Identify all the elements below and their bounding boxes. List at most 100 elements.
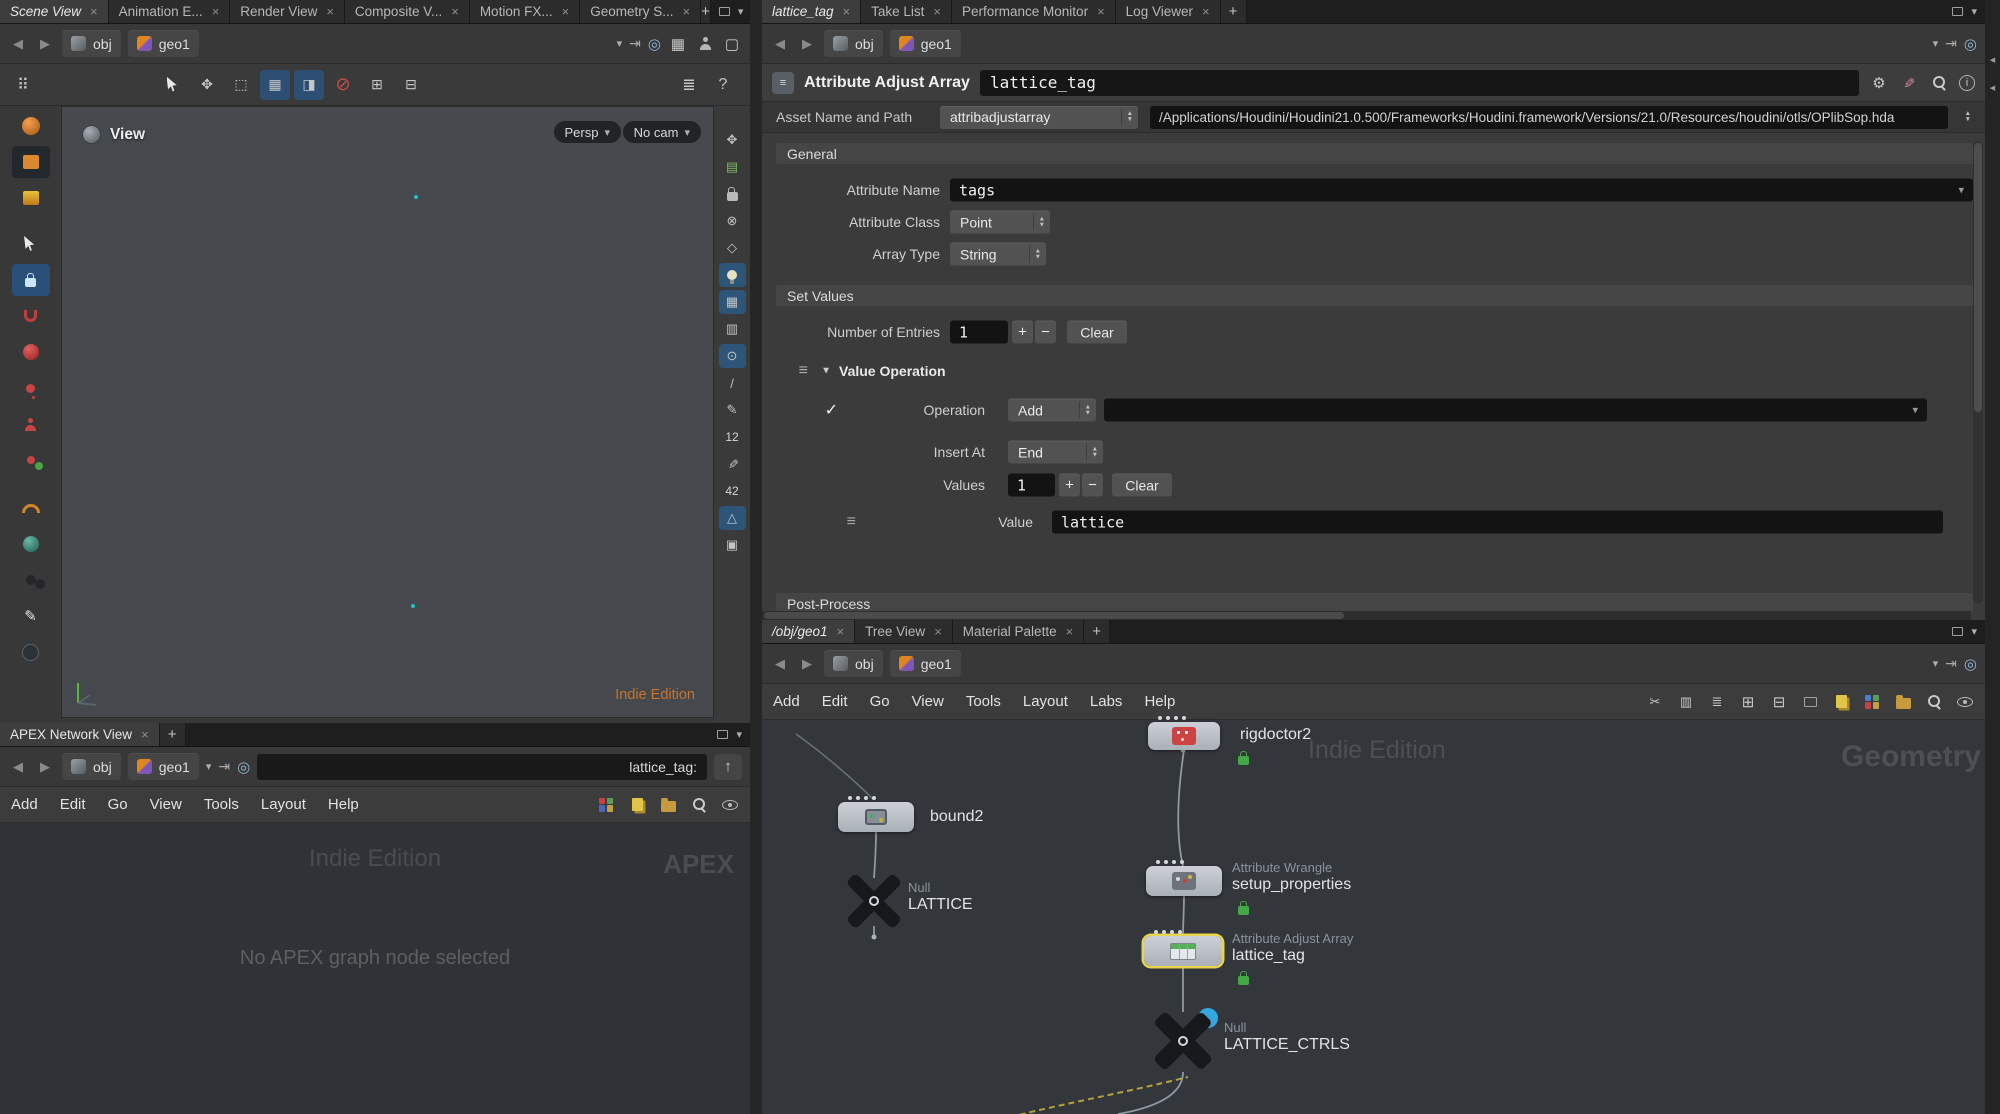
draw-tool[interactable]: ✎ <box>12 600 50 632</box>
dolly-icon[interactable]: ⊙ <box>719 344 746 368</box>
divider-slash-icon[interactable]: / <box>719 371 746 395</box>
snap-grid-icon[interactable]: ▦ <box>260 70 290 100</box>
tools-wrench-icon[interactable]: ✂ <box>1645 692 1665 712</box>
tab-scene-view[interactable]: Scene View × <box>0 0 109 23</box>
menu-edit[interactable]: Edit <box>49 787 97 822</box>
select-arrow-icon[interactable] <box>158 70 188 100</box>
path-dropdown-icon[interactable]: ▾ <box>1933 37 1939 50</box>
lock-tool[interactable] <box>12 264 50 296</box>
scroll-thumb[interactable] <box>1974 143 1982 412</box>
menu-view[interactable]: View <box>901 684 955 719</box>
translate-handle-icon[interactable]: ✥ <box>192 70 222 100</box>
new-tab-button[interactable]: + <box>160 723 186 746</box>
lighting-icon[interactable] <box>719 263 746 287</box>
pin-pane-icon[interactable]: ⇥ <box>1945 35 1957 52</box>
character-tool[interactable] <box>12 408 50 440</box>
menu-add[interactable]: Add <box>762 684 811 719</box>
add-value-button[interactable]: + <box>1059 474 1080 497</box>
color-palette-icon[interactable] <box>1862 692 1882 712</box>
frame-icon[interactable]: ▢ <box>722 34 742 54</box>
operation-dropdown[interactable]: Add ▲▼ <box>1008 399 1096 422</box>
maximize-pane-icon[interactable] <box>1952 7 1963 16</box>
skeleton-tool[interactable] <box>12 444 50 476</box>
close-icon[interactable]: × <box>1202 4 1210 19</box>
shading-icon[interactable]: ◇ <box>719 236 746 260</box>
node-rigdoctor2[interactable] <box>1148 722 1220 750</box>
node-bound2[interactable] <box>838 802 914 832</box>
level-42-toggle[interactable]: 42 <box>719 479 746 503</box>
search-icon[interactable] <box>1924 692 1944 712</box>
apex-canvas[interactable]: Indie Edition APEX No APEX graph node se… <box>0 823 750 1114</box>
pane-menu-icon[interactable]: ▾ <box>1971 625 1977 638</box>
tab-tree-view[interactable]: Tree View × <box>855 620 953 643</box>
menu-view[interactable]: View <box>139 787 193 822</box>
forward-icon[interactable]: ▶ <box>797 36 817 52</box>
close-icon[interactable]: × <box>451 4 459 19</box>
value-operation-header[interactable]: Value Operation <box>839 363 979 379</box>
camera-plane-icon[interactable]: ▣ <box>719 533 746 557</box>
tab-performance-monitor[interactable]: Performance Monitor × <box>952 0 1116 23</box>
sticky-notes-icon[interactable] <box>1831 692 1851 712</box>
menu-tools[interactable]: Tools <box>193 787 250 822</box>
persp-button[interactable]: Persp ▾ <box>554 121 622 143</box>
pane-menu-icon[interactable]: ▾ <box>738 5 744 18</box>
path-geo-button[interactable]: geo1 <box>128 753 199 780</box>
remove-value-button[interactable]: − <box>1082 474 1103 497</box>
path-obj-button[interactable]: obj <box>824 650 883 677</box>
lattice-tool[interactable] <box>12 146 50 178</box>
close-icon[interactable]: × <box>212 4 220 19</box>
array-type-dropdown[interactable]: String ▲▼ <box>950 243 1046 266</box>
snap-multi-icon[interactable]: ◨ <box>294 70 324 100</box>
tab-material-palette[interactable]: Material Palette × <box>953 620 1084 643</box>
clear-values-button[interactable]: Clear <box>1112 474 1172 497</box>
render-settings-icon[interactable]: ⊟ <box>396 70 426 100</box>
brush-icon[interactable]: ✎ <box>720 451 744 478</box>
no-cam-button[interactable]: No cam ▾ <box>623 121 701 143</box>
close-icon[interactable]: × <box>90 4 98 19</box>
close-icon[interactable]: × <box>934 624 942 639</box>
folder-icon[interactable] <box>1893 692 1913 712</box>
render-region-icon[interactable]: ⊞ <box>362 70 392 100</box>
node-lattice-null[interactable] <box>844 878 904 924</box>
radial-menu-icon[interactable]: ◎ <box>1964 655 1977 673</box>
path-obj-button[interactable]: obj <box>62 753 121 780</box>
node-setup-properties[interactable] <box>1146 866 1222 896</box>
section-general[interactable]: General <box>776 143 1973 164</box>
forward-icon[interactable]: ▶ <box>35 36 55 52</box>
lock-badge[interactable] <box>1238 906 1249 915</box>
close-icon[interactable]: × <box>326 4 334 19</box>
menu-layout[interactable]: Layout <box>250 787 317 822</box>
search-icon[interactable] <box>689 795 709 815</box>
physics-ball-tool[interactable] <box>12 528 50 560</box>
node-lattice-tag[interactable] <box>1144 936 1222 966</box>
stow-arrow-icon[interactable]: ◀ <box>1990 84 1995 92</box>
tab-motion-fx[interactable]: Motion FX... × <box>470 0 580 23</box>
tab-animation-editor[interactable]: Animation E... × <box>109 0 231 23</box>
new-tab-button[interactable]: + <box>1084 620 1110 643</box>
sticky-notes-icon[interactable] <box>627 795 647 815</box>
network-canvas[interactable]: Indie Edition Geometry rigdoctor2 bound2… <box>762 720 1985 1114</box>
layout-grid-icon[interactable]: ⠿ <box>8 70 38 100</box>
attribute-name-field[interactable]: tags ▾ <box>950 179 1973 202</box>
pan-view-icon[interactable]: ✥ <box>719 128 746 152</box>
menu-tools[interactable]: Tools <box>955 684 1012 719</box>
menu-add[interactable]: Add <box>0 787 49 822</box>
menu-edit[interactable]: Edit <box>811 684 859 719</box>
close-icon[interactable]: × <box>843 4 851 19</box>
info-icon[interactable]: i <box>1959 75 1975 91</box>
close-icon[interactable]: × <box>837 624 845 639</box>
operation-combo-field[interactable]: ▾ <box>1104 399 1927 422</box>
path-dropdown-icon[interactable]: ▾ <box>206 760 212 773</box>
new-tab-button[interactable]: + <box>1221 0 1247 23</box>
up-level-button[interactable]: ↑ <box>714 754 742 780</box>
pin-pane-icon[interactable]: ⇥ <box>1945 655 1957 672</box>
eye-icon[interactable] <box>720 795 740 815</box>
select-tool[interactable] <box>12 228 50 260</box>
perf-chart-icon[interactable]: ▥ <box>1676 692 1696 712</box>
display-list-icon[interactable]: ≣ <box>674 70 704 100</box>
section-set-values[interactable]: Set Values <box>776 285 1973 306</box>
add-entry-button[interactable]: + <box>1012 321 1033 344</box>
close-icon[interactable]: × <box>562 4 570 19</box>
pin-pane-icon[interactable]: ⇥ <box>629 35 641 52</box>
lasso-select-icon[interactable]: ⬚ <box>226 70 256 100</box>
